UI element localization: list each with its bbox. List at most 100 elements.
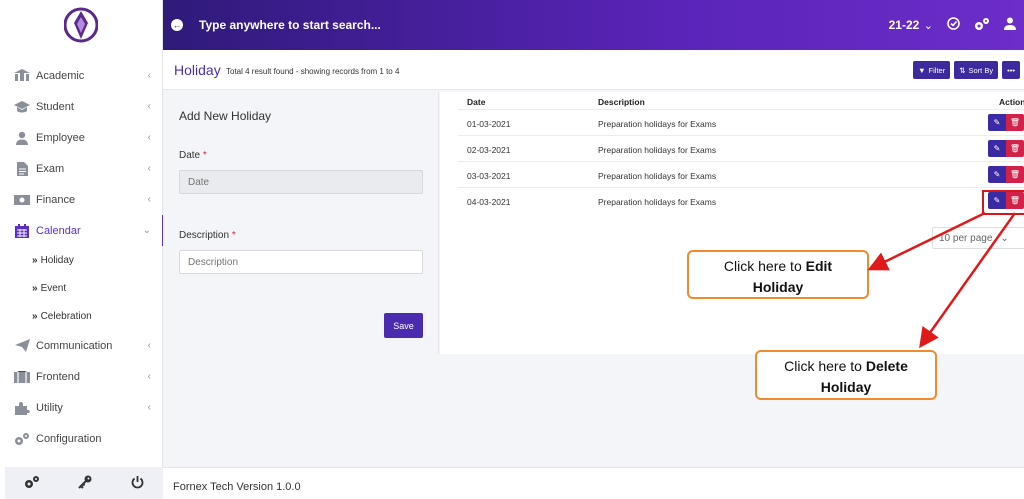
logo[interactable] xyxy=(0,0,162,50)
double-chevron-right-icon: » xyxy=(32,282,38,294)
description-label-text: Description xyxy=(179,230,230,241)
file-icon xyxy=(14,161,30,176)
column-header-action: Action xyxy=(999,97,1024,107)
sidebar-item-label: Calendar xyxy=(36,224,81,237)
chevron-down-icon: ⌄ xyxy=(142,225,151,236)
sidebar-subitem-label: Celebration xyxy=(40,310,92,322)
edit-button[interactable]: ✎ xyxy=(988,114,1006,131)
cell-date: 02-03-2021 xyxy=(467,145,511,155)
sidebar-item-communication[interactable]: Communication ‹ xyxy=(0,330,163,361)
cell-description: Preparation holidays for Exams xyxy=(598,197,717,207)
check-circle-icon[interactable] xyxy=(947,17,960,33)
date-label-text: Date xyxy=(179,150,201,161)
academic-icon xyxy=(14,69,30,83)
table-row: 03-03-2021 Preparation holidays for Exam… xyxy=(458,161,1024,187)
logo-icon xyxy=(64,7,98,43)
description-input[interactable] xyxy=(179,250,423,274)
arrow-left-circle-icon[interactable]: ← xyxy=(171,19,183,31)
sidebar-item-finance[interactable]: Finance ‹ xyxy=(0,184,163,215)
cogs-icon xyxy=(14,432,30,446)
sort-icon: ⇅ xyxy=(959,65,966,75)
date-input[interactable] xyxy=(179,170,423,194)
trash-icon: 🗑 xyxy=(1009,170,1021,179)
page-title: Holiday xyxy=(174,62,221,78)
sidebar-item-label: Academic xyxy=(36,69,85,82)
sidebar-item-utility[interactable]: Utility ‹ xyxy=(0,392,163,423)
column-header-date: Date xyxy=(467,97,486,107)
calendar-icon xyxy=(14,223,30,238)
per-page-value: 10 per page xyxy=(939,232,993,244)
sidebar-subitem-event[interactable]: » Event xyxy=(0,274,163,302)
settings-cogs-icon[interactable] xyxy=(24,475,40,492)
cell-description: Preparation holidays for Exams xyxy=(598,171,717,181)
user-icon[interactable] xyxy=(1004,17,1016,33)
callout-bold: Holiday xyxy=(752,279,804,295)
chevron-left-icon: ‹ xyxy=(147,70,151,81)
double-chevron-right-icon: » xyxy=(32,310,38,322)
graduation-cap-icon xyxy=(14,100,30,114)
top-header: ← Type anywhere to start search... 21-22… xyxy=(163,0,1024,50)
sidebar: Academic ‹ Student ‹ Employee ‹ Exam ‹ F… xyxy=(0,0,164,499)
save-button[interactable]: Save xyxy=(384,313,423,338)
sidebar-item-label: Employee xyxy=(36,131,85,144)
cell-date: 01-03-2021 xyxy=(467,119,511,129)
sidebar-item-frontend[interactable]: Frontend ‹ xyxy=(0,361,163,392)
puzzle-icon xyxy=(14,401,30,415)
sidebar-subitem-celebration[interactable]: » Celebration xyxy=(0,302,163,330)
page-header: Holiday Total 4 result found - showing r… xyxy=(163,50,1024,90)
column-header-description: Description xyxy=(598,97,645,107)
delete-button[interactable]: 🗑 xyxy=(1006,114,1024,131)
callout-bold: Edit xyxy=(805,258,833,274)
paper-plane-icon xyxy=(14,339,30,353)
sidebar-item-academic[interactable]: Academic ‹ xyxy=(0,60,163,91)
header-actions: 21-22 ⌄ xyxy=(889,0,1016,50)
footer: Fornex Tech Version 1.0.0 xyxy=(163,467,1024,499)
table-row: 02-03-2021 Preparation holidays for Exam… xyxy=(458,135,1024,161)
power-icon[interactable] xyxy=(131,475,144,492)
filter-button[interactable]: ▼ Filter xyxy=(913,61,951,79)
sidebar-item-calendar[interactable]: Calendar ⌄ xyxy=(0,215,164,246)
cell-date: 03-03-2021 xyxy=(467,171,511,181)
more-options-button[interactable]: ••• xyxy=(1002,61,1020,79)
edit-button[interactable]: ✎ xyxy=(988,166,1006,183)
session-label: 21-22 xyxy=(888,18,920,32)
sidebar-item-exam[interactable]: Exam ‹ xyxy=(0,153,163,184)
edit-button[interactable]: ✎ xyxy=(988,140,1006,157)
row-actions: ✎ 🗑 xyxy=(988,166,1024,183)
per-page-select[interactable]: 10 per page ⌄ xyxy=(932,227,1024,249)
frontend-icon xyxy=(14,370,30,384)
global-search[interactable]: Type anywhere to start search... xyxy=(199,18,381,32)
table-row: 04-03-2021 Preparation holidays for Exam… xyxy=(458,187,1024,213)
sidebar-subitem-label: Event xyxy=(40,282,67,294)
key-icon[interactable] xyxy=(78,475,92,492)
chevron-left-icon: ‹ xyxy=(147,163,151,174)
cogs-icon[interactable] xyxy=(974,17,990,34)
sidebar-item-label: Student xyxy=(36,100,74,113)
description-label: Description * xyxy=(179,230,236,241)
holiday-table: Date Description Action 01-03-2021 Prepa… xyxy=(440,92,1024,354)
sidebar-subitem-holiday[interactable]: » Holiday xyxy=(0,246,163,274)
cell-description: Preparation holidays for Exams xyxy=(598,119,717,129)
sort-button[interactable]: ⇅ Sort By xyxy=(954,61,999,79)
edit-callout: Click here to Edit Holiday xyxy=(687,250,869,299)
sidebar-item-label: Exam xyxy=(36,162,65,175)
sidebar-item-configuration[interactable]: Configuration xyxy=(0,423,163,454)
version-text: Fornex Tech Version 1.0.0 xyxy=(173,481,301,493)
delete-button[interactable]: 🗑 xyxy=(1006,166,1024,183)
chevron-left-icon: ‹ xyxy=(147,194,151,205)
row-actions: ✎ 🗑 xyxy=(988,140,1024,157)
sidebar-item-student[interactable]: Student ‹ xyxy=(0,91,163,122)
sidebar-item-employee[interactable]: Employee ‹ xyxy=(0,122,163,153)
sidebar-subitem-label: Holiday xyxy=(40,254,74,266)
cell-description: Preparation holidays for Exams xyxy=(598,145,717,155)
edit-icon: ✎ xyxy=(993,144,1001,153)
sort-label: Sort By xyxy=(968,65,994,75)
row-actions: ✎ 🗑 xyxy=(988,114,1024,131)
cell-date: 04-03-2021 xyxy=(467,197,511,207)
required-asterisk: * xyxy=(202,150,207,161)
session-selector[interactable]: 21-22 ⌄ xyxy=(889,16,933,34)
required-asterisk: * xyxy=(231,230,236,241)
delete-button[interactable]: 🗑 xyxy=(1006,140,1024,157)
chevron-left-icon: ‹ xyxy=(147,132,151,143)
chevron-down-icon: ⌄ xyxy=(923,20,933,32)
